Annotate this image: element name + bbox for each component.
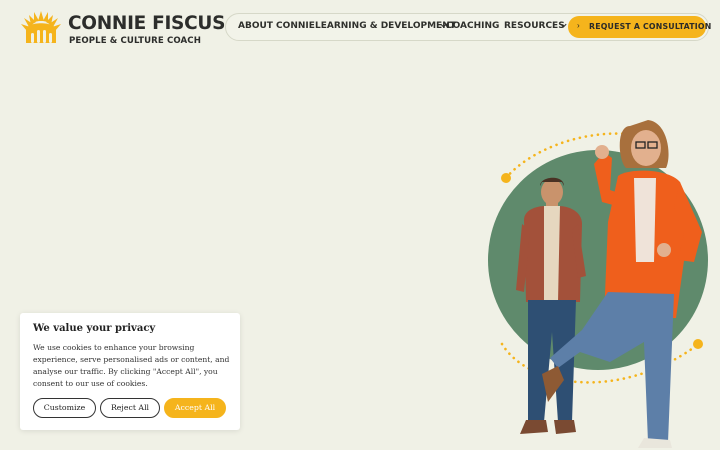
sunflower-logo-icon <box>21 11 61 43</box>
chevron-down-icon[interactable] <box>559 21 568 30</box>
cta-label: REQUEST A CONSULTATION <box>589 22 712 31</box>
accept-all-button[interactable]: Accept All <box>164 398 226 418</box>
orbit-dot-end <box>693 339 703 349</box>
nav-item-learning-development[interactable]: LEARNING & DEVELOPMENT <box>315 21 456 31</box>
cookie-title: We value your privacy <box>33 323 156 334</box>
customize-button[interactable]: Customize <box>33 398 96 418</box>
arrow-right-icon: › <box>577 21 580 30</box>
brand-name: CONNIE FISCUS <box>68 13 226 34</box>
nav-item-resources[interactable]: RESOURCES <box>504 21 565 31</box>
site-header: CONNIE FISCUS PEOPLE & CULTURE COACH ABO… <box>0 0 720 56</box>
brand-tagline: PEOPLE & CULTURE COACH <box>69 36 201 46</box>
logo[interactable]: CONNIE FISCUS PEOPLE & CULTURE COACH <box>18 9 225 47</box>
main-nav: ABOUT CONNIE LEARNING & DEVELOPMENT COAC… <box>225 13 711 41</box>
reject-all-button[interactable]: Reject All <box>100 398 160 418</box>
hero-image <box>488 120 708 448</box>
nav-item-about-connie[interactable]: ABOUT CONNIE <box>238 21 315 31</box>
request-consultation-button[interactable]: › REQUEST A CONSULTATION <box>568 16 711 38</box>
cookie-description: We use cookies to enhance your browsing … <box>33 343 230 388</box>
orbit-dot-start <box>501 173 511 183</box>
cookie-banner: We value your privacy We use cookies to … <box>20 313 240 430</box>
nav-item-coaching[interactable]: COACHING <box>446 21 499 31</box>
